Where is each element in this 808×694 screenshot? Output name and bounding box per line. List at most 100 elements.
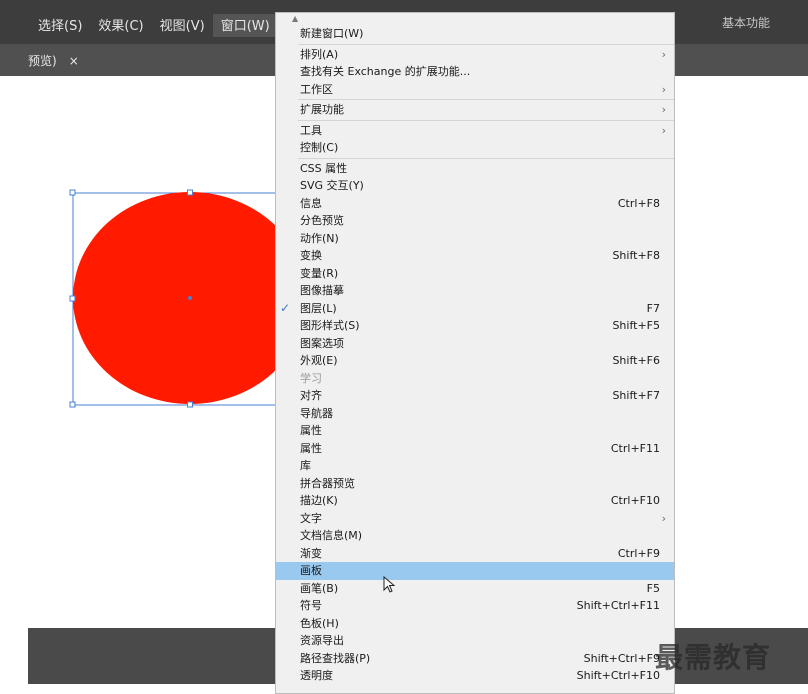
menu-item[interactable]: 分色预览 [276, 212, 674, 230]
menu-item-label: 图层(L) [300, 301, 337, 315]
menu-item[interactable]: 画板 [276, 562, 674, 580]
handle-bottom-middle [187, 401, 193, 408]
menu-item: 学习 [276, 370, 674, 388]
menu-item-label: 图形样式(S) [300, 319, 360, 332]
menu-item-label: 对齐 [300, 389, 322, 402]
menu-item-label: SVG 交互(Y) [300, 179, 364, 192]
menu-item[interactable]: 资源导出 [276, 632, 674, 650]
workspace-switcher[interactable]: 基本功能 [722, 14, 770, 31]
menu-item[interactable]: 查找有关 Exchange 的扩展功能... [276, 63, 674, 81]
mouse-pointer-icon [383, 576, 396, 593]
menu-item-shortcut: Shift+Ctrl+F10 [576, 669, 660, 682]
menu-item[interactable]: 描边(K) Ctrl+F10 [276, 492, 674, 510]
menu-item[interactable]: 符号 Shift+Ctrl+F11 [276, 597, 674, 615]
menu-item[interactable]: 文字 › [276, 510, 674, 528]
handle-top-left [69, 189, 76, 196]
menu-item-label: 外观(E) [300, 354, 338, 367]
menu-item[interactable]: 图形样式(S) Shift+F5 [276, 317, 674, 335]
menu-item-shortcut: Shift+F6 [612, 354, 660, 367]
menubar-item[interactable]: 视图(V) [152, 14, 213, 37]
handle-bottom-left [69, 401, 76, 408]
menu-item[interactable]: CSS 属性 [276, 160, 674, 178]
menu-item-label: 拼合器预览 [300, 476, 355, 490]
menu-item[interactable]: 工具 › [276, 122, 674, 140]
menu-item[interactable]: 控制(C) [276, 139, 674, 157]
menu-item-label: 新建窗口(W) [300, 27, 364, 40]
menu-item-label: 学习 [300, 371, 322, 385]
menu-item-label: 动作(N) [300, 231, 339, 245]
chevron-right-icon: › [661, 103, 666, 116]
menu-item[interactable]: 拼合器预览 [276, 475, 674, 493]
chevron-right-icon: › [661, 47, 666, 61]
menu-item-label: 库 [300, 459, 311, 472]
menu-item[interactable]: 文档信息(M) [276, 527, 674, 545]
document-tab-label: 预览) [28, 54, 57, 68]
menu-item[interactable]: 画笔(B) F5 [276, 580, 674, 598]
menu-item[interactable]: SVG 交互(Y) [276, 177, 674, 195]
menu-item[interactable]: 透明度 Shift+Ctrl+F10 [276, 667, 674, 685]
menu-item-label: 属性 [300, 424, 322, 437]
menu-item[interactable]: 排列(A) › [276, 46, 674, 64]
tools-panel-edge [0, 76, 28, 684]
menu-item[interactable]: 图像描摹 [276, 282, 674, 300]
menu-item-label: 分色预览 [300, 214, 344, 227]
menu-item-shortcut: Ctrl+F10 [610, 494, 660, 507]
menu-item-label: 扩展功能 [300, 103, 344, 116]
menu-item[interactable]: 路径查找器(P) Shift+Ctrl+F9 [276, 650, 674, 668]
menu-item[interactable]: 属性 Ctrl+F11 [276, 440, 674, 458]
menu-item-shortcut: Ctrl+F8 [617, 196, 660, 210]
menu-item[interactable]: 对齐 Shift+F7 [276, 387, 674, 405]
menu-item[interactable]: 工作区 › [276, 81, 674, 99]
menu-item[interactable]: 库 [276, 457, 674, 475]
menu-item-label: 路径查找器(P) [300, 651, 371, 665]
menu-item[interactable]: 导航器 [276, 405, 674, 423]
menu-item-label: 工作区 [300, 82, 333, 96]
menu-item[interactable]: 变量(R) [276, 265, 674, 283]
menu-item-label: 文档信息(M) [300, 529, 363, 542]
menu-item-label: 符号 [300, 599, 322, 612]
menu-separator [298, 119, 674, 121]
menu-item-label: 图案选项 [300, 336, 344, 350]
handle-top-middle [187, 189, 193, 196]
menu-item-label: 信息 [300, 196, 322, 210]
close-icon[interactable]: × [69, 54, 79, 68]
menu-item[interactable]: 渐变 Ctrl+F9 [276, 545, 674, 563]
chevron-right-icon: › [661, 511, 666, 525]
menu-item[interactable]: 扩展功能 › [276, 101, 674, 119]
chevron-right-icon: › [661, 123, 666, 137]
menu-item[interactable]: 色板(H) [276, 615, 674, 633]
menu-item[interactable]: 信息 Ctrl+F8 [276, 195, 674, 213]
menubar-item[interactable]: 效果(C) [90, 14, 151, 37]
menu-item-shortcut: Shift+F8 [612, 249, 660, 262]
center-point [188, 296, 192, 300]
menu-item-label: 色板(H) [300, 616, 339, 630]
menu-item[interactable]: 属性 [276, 422, 674, 440]
menubar-item[interactable]: 窗口(W) [212, 14, 278, 37]
menu-item-label: 属性 [300, 441, 322, 455]
menubar-items: 选择(S) 效果(C) 视图(V) 窗口(W) [30, 14, 278, 37]
document-tab[interactable]: 预览) × [28, 52, 79, 69]
menu-item[interactable]: 新建窗口(W) [276, 25, 674, 43]
menu-item[interactable]: 动作(N) [276, 230, 674, 248]
menu-item[interactable]: ✓ 图层(L) F7 [276, 300, 674, 318]
menu-item-label: 渐变 [300, 546, 322, 560]
menu-item-label: 资源导出 [300, 634, 344, 647]
menu-item-shortcut: Shift+F7 [612, 389, 660, 402]
menu-item[interactable]: 图案选项 [276, 335, 674, 353]
scroll-up-icon[interactable]: ▲ [292, 14, 298, 23]
menu-item-shortcut: Ctrl+F9 [617, 546, 660, 560]
menu-item-label: 控制(C) [300, 141, 339, 154]
menu-item-shortcut: F5 [646, 581, 660, 595]
menu-item-label: 透明度 [300, 669, 333, 682]
menu-item-shortcut: Shift+Ctrl+F9 [583, 651, 660, 665]
menu-item[interactable]: 外观(E) Shift+F6 [276, 352, 674, 370]
menu-item-shortcut: Shift+Ctrl+F11 [576, 599, 660, 612]
menubar-item[interactable]: 选择(S) [30, 14, 90, 37]
menu-item-label: 排列(A) [300, 47, 339, 61]
menu-item[interactable]: 变换 Shift+F8 [276, 247, 674, 265]
menu-item-label: CSS 属性 [300, 161, 348, 175]
menu-item-label: 图像描摹 [300, 284, 344, 297]
menu-item-label: 变量(R) [300, 266, 339, 280]
menu-item-shortcut: Ctrl+F11 [610, 441, 660, 455]
menu-separator [298, 43, 674, 45]
